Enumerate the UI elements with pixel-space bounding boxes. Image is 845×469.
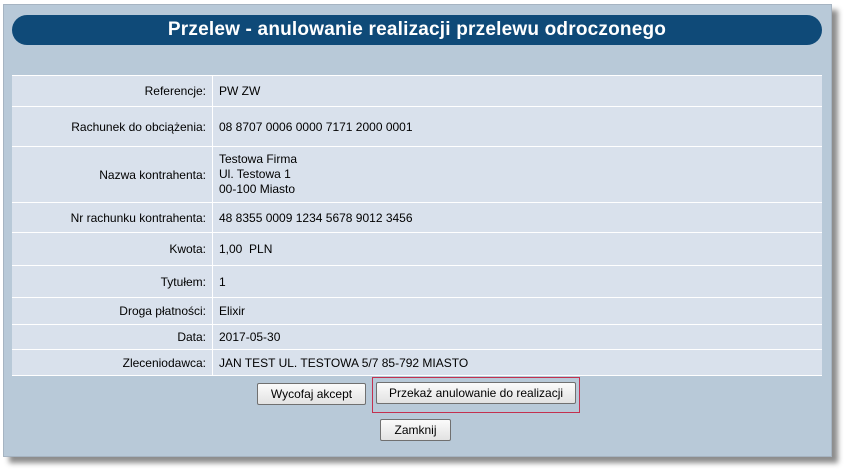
detail-value: JAN TEST UL. TESTOWA 5/7 85-792 MIASTO (212, 349, 822, 376)
detail-label: Nazwa kontrahenta: (12, 146, 213, 203)
detail-label: Kwota: (12, 232, 213, 266)
detail-row-title: Tytułem: 1 (12, 265, 822, 298)
detail-value: 1 (212, 265, 822, 298)
detail-label: Rachunek do obciążenia: (12, 106, 213, 147)
detail-row-reference: Referencje: PW ZW (12, 75, 822, 107)
detail-row-debit-account: Rachunek do obciążenia: 08 8707 0006 000… (12, 106, 822, 147)
detail-value: Elixir (212, 297, 822, 325)
dialog-panel: Przelew - anulowanie realizacji przelewu… (3, 4, 832, 457)
detail-row-payment-route: Droga płatności: Elixir (12, 297, 822, 325)
counterparty-street-line: Ul. Testowa 1 (219, 167, 291, 181)
detail-label: Droga płatności: (12, 297, 213, 325)
detail-label: Data: (12, 324, 213, 350)
page-title: Przelew - anulowanie realizacji przelewu… (12, 15, 822, 45)
detail-row-counterparty-account: Nr rachunku kontrahenta: 48 8355 0009 12… (12, 202, 822, 233)
detail-label: Tytułem: (12, 265, 213, 298)
counterparty-city-line: 00-100 Miasto (219, 182, 296, 196)
detail-value: 48 8355 0009 1234 5678 9012 3456 (212, 202, 822, 233)
transfer-details-table: Referencje: PW ZW Rachunek do obciążenia… (12, 75, 822, 376)
submit-cancellation-button[interactable]: Przekaż anulowanie do realizacji (376, 382, 576, 404)
detail-row-date: Data: 2017-05-30 (12, 324, 822, 350)
detail-label: Zleceniodawca: (12, 349, 213, 376)
close-button[interactable]: Zamknij (380, 419, 451, 441)
detail-value: 08 8707 0006 0000 7171 2000 0001 (212, 106, 822, 147)
detail-label: Referencje: (12, 75, 213, 107)
counterparty-name-line: Testowa Firma (219, 152, 298, 166)
detail-value: 2017-05-30 (212, 324, 822, 350)
detail-row-ordering-party: Zleceniodawca: JAN TEST UL. TESTOWA 5/7 … (12, 349, 822, 376)
detail-value: 1,00 PLN (212, 232, 822, 266)
detail-row-counterparty-name: Nazwa kontrahenta: Testowa Firma Ul. Tes… (12, 146, 822, 203)
withdraw-accept-button[interactable]: Wycofaj akcept (257, 383, 366, 405)
detail-value: Testowa Firma Ul. Testowa 1 00-100 Miast… (212, 146, 822, 203)
page-title-text: Przelew - anulowanie realizacji przelewu… (167, 19, 667, 40)
detail-value: PW ZW (212, 75, 822, 107)
detail-row-amount: Kwota: 1,00 PLN (12, 232, 822, 266)
detail-label: Nr rachunku kontrahenta: (12, 202, 213, 233)
